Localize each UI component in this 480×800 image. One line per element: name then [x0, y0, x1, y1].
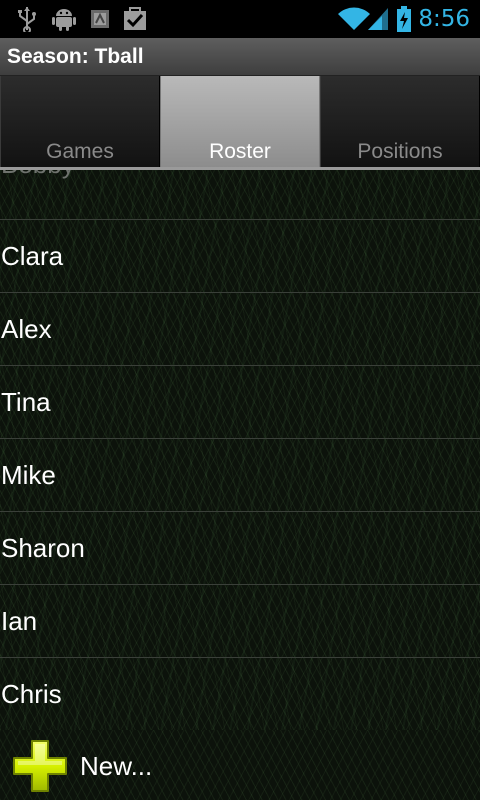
clock: 8:56	[418, 6, 470, 32]
page-title: Season: Tball	[7, 45, 144, 68]
list-item-label: Alex	[1, 314, 52, 344]
footer-bar: New...	[0, 730, 480, 800]
list-item-label: Ian	[1, 606, 38, 636]
list-item-label: Clara	[1, 241, 64, 271]
usb-icon	[18, 7, 36, 32]
battery-charging-icon	[397, 6, 411, 32]
tab-roster-label: Roster	[209, 140, 271, 163]
list-item-clara[interactable]: Clara	[0, 220, 480, 293]
list-item-alex[interactable]: Alex	[0, 293, 480, 366]
tab-games-label: Games	[46, 140, 114, 163]
tab-positions[interactable]: Positions	[320, 76, 480, 170]
new-player-label: New...	[80, 751, 153, 781]
android-screen: 8:56 Season: Tball Games Roster Position…	[0, 0, 480, 800]
tab-games[interactable]: Games	[0, 76, 160, 170]
list-item-label: Sharon	[1, 533, 85, 563]
tab-positions-label: Positions	[357, 140, 443, 163]
new-player-button[interactable]: New...	[0, 730, 480, 800]
list-item-chris[interactable]: Chris	[0, 658, 480, 730]
status-bar: 8:56	[0, 0, 480, 38]
list-item-label: Tina	[1, 387, 51, 417]
roster-list[interactable]: Bobby Clara Alex Tina Mike Sharon Ian Ch…	[0, 170, 480, 730]
task-done-icon	[124, 7, 146, 30]
list-item-sharon[interactable]: Sharon	[0, 512, 480, 585]
list-item-tina[interactable]: Tina	[0, 366, 480, 439]
3g-icon	[91, 10, 109, 28]
list-item-mike[interactable]: Mike	[0, 439, 480, 512]
list-item-label: Mike	[1, 460, 56, 490]
list-item-label: Bobby	[1, 170, 75, 180]
signal-icon	[368, 8, 388, 30]
list-item-label: Chris	[1, 679, 62, 709]
android-debug-icon	[52, 9, 76, 31]
title-bar: Season: Tball	[0, 38, 480, 76]
list-item-ian[interactable]: Ian	[0, 585, 480, 658]
tab-bar: Games Roster Positions	[0, 76, 480, 170]
tab-roster[interactable]: Roster	[160, 76, 320, 170]
plus-icon	[13, 740, 67, 792]
list-item-bobby[interactable]: Bobby	[0, 170, 480, 220]
